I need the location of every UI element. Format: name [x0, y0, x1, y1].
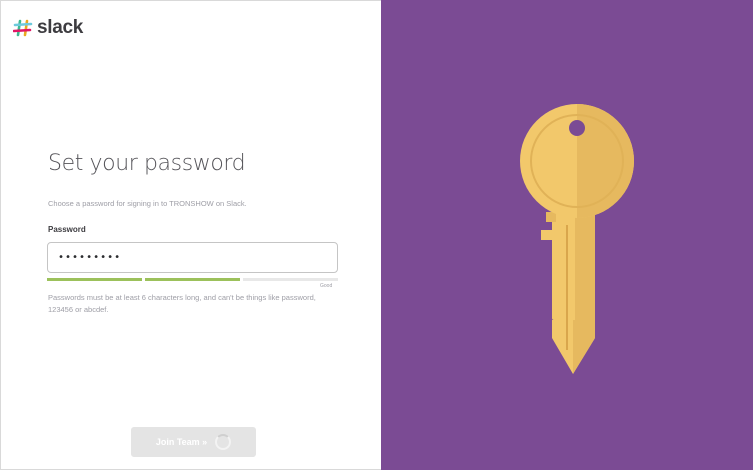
key-illustration	[381, 0, 753, 470]
signup-panel: slack Set your password Choose a passwor…	[1, 1, 381, 469]
loading-spinner-icon	[215, 434, 232, 450]
brand-name: slack	[37, 17, 84, 38]
slack-logo-icon	[13, 19, 33, 37]
password-label: Password	[48, 225, 86, 234]
strength-segment	[243, 278, 338, 281]
password-strength-meter	[47, 278, 338, 281]
strength-label: Good	[320, 283, 333, 289]
strength-segment	[145, 278, 240, 281]
password-input[interactable]	[47, 242, 338, 273]
page-subtitle: Choose a password for signing in to TRON…	[48, 199, 247, 208]
slack-logo[interactable]: slack	[13, 17, 84, 38]
password-help-text: Passwords must be at least 6 characters …	[48, 293, 316, 314]
strength-segment	[47, 278, 142, 281]
join-team-label: Join Team »	[155, 437, 208, 447]
join-team-button[interactable]: Join Team »	[131, 427, 256, 457]
page-title: Set your password	[48, 151, 246, 176]
illustration-panel	[381, 0, 753, 470]
